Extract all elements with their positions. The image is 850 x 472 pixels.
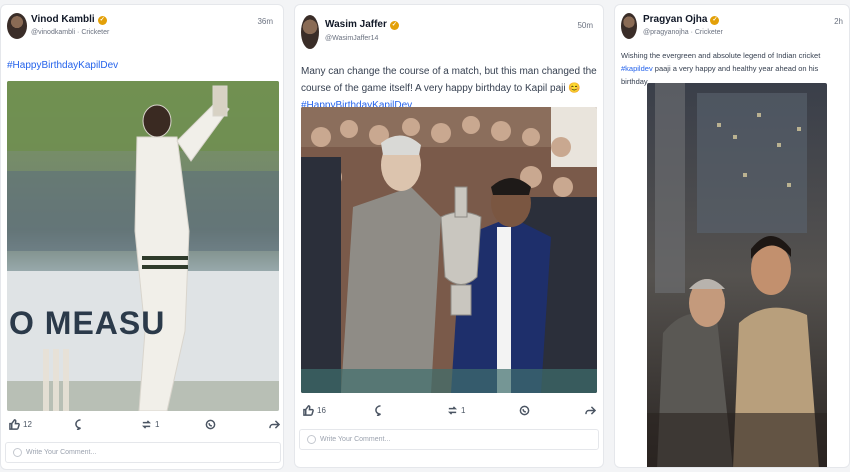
- retweet-count: 1: [155, 420, 160, 429]
- post-image-graphic: [7, 81, 279, 411]
- retweet-button[interactable]: 1: [447, 405, 465, 416]
- post-time: 2h: [834, 17, 843, 26]
- share-icon: [269, 420, 280, 429]
- post-image[interactable]: [301, 107, 597, 393]
- post-actions: 16 1: [301, 405, 597, 421]
- author-role: Cricketer: [81, 29, 110, 36]
- post-card-pragyan-ojha: Pragyan Ojha ✓ @pragyanojha · Cricketer 2…: [614, 4, 850, 468]
- verified-icon: ✓: [710, 16, 720, 25]
- like-button[interactable]: 16: [303, 405, 326, 416]
- share-button[interactable]: [269, 419, 280, 430]
- smile-emoji: 😊: [568, 83, 581, 94]
- comment-button[interactable]: [75, 419, 86, 430]
- user-avatar-icon: [307, 435, 316, 444]
- comment-placeholder: Write Your Comment...: [26, 449, 97, 456]
- author-subtitle: @pragyanojha · Cricketer: [643, 29, 723, 36]
- like-icon: [303, 405, 314, 416]
- comment-button[interactable]: [375, 405, 386, 416]
- avatar[interactable]: [7, 13, 27, 39]
- retweet-icon: [141, 420, 152, 429]
- post-image[interactable]: [647, 83, 827, 467]
- whatsapp-button[interactable]: [205, 419, 216, 430]
- like-count: 12: [23, 420, 32, 429]
- verified-icon: ✓: [97, 16, 107, 25]
- post-header: Wasim Jaffer ✓ @WasimJaffer14 50m: [301, 11, 597, 49]
- post-actions: 12 1: [7, 419, 280, 435]
- author-handle: @pragyanojha: [643, 29, 689, 36]
- post-text: #HappyBirthdayKapilDev: [7, 57, 118, 74]
- author-handle: @WasimJaffer14: [325, 35, 379, 42]
- retweet-icon: [447, 406, 458, 415]
- post-body: Many can change the course of a match, b…: [301, 66, 597, 94]
- image-banner-text: O MEASU: [9, 305, 166, 341]
- share-button[interactable]: [585, 405, 596, 416]
- post-header: Vinod Kambli ✓ @vinodkambli · Cricketer 3…: [7, 11, 277, 47]
- comment-input[interactable]: Write Your Comment...: [5, 442, 281, 463]
- author-name[interactable]: Vinod Kambli ✓: [31, 14, 107, 25]
- author-name[interactable]: Wasim Jaffer ✓: [325, 19, 399, 30]
- retweet-button[interactable]: 1: [141, 419, 159, 430]
- like-count: 16: [317, 406, 326, 415]
- comment-icon: [375, 405, 381, 416]
- author-name-text[interactable]: Vinod Kambli: [31, 14, 95, 25]
- share-icon: [585, 406, 596, 415]
- like-icon: [9, 419, 20, 430]
- post-image[interactable]: O MEASU: [7, 81, 279, 411]
- comment-icon: [75, 419, 81, 430]
- author-handle: @vinodkambli: [31, 29, 76, 36]
- whatsapp-icon: [205, 419, 216, 430]
- author-name[interactable]: Pragyan Ojha ✓: [643, 14, 720, 25]
- post-time: 50m: [577, 21, 593, 30]
- author-name-text[interactable]: Pragyan Ojha: [643, 14, 707, 25]
- comment-placeholder: Write Your Comment...: [320, 436, 391, 443]
- avatar[interactable]: [621, 13, 637, 39]
- author-name-text[interactable]: Wasim Jaffer: [325, 19, 387, 30]
- post-image-graphic: [647, 83, 827, 467]
- retweet-count: 1: [461, 406, 466, 415]
- post-time: 36m: [257, 17, 273, 26]
- post-card-wasim-jaffer: Wasim Jaffer ✓ @WasimJaffer14 50m Many ca…: [294, 4, 604, 468]
- user-avatar-icon: [13, 448, 22, 457]
- whatsapp-icon: [519, 405, 530, 416]
- post-body-start: Wishing the evergreen and absolute legen…: [621, 51, 821, 60]
- author-role: Cricketer: [694, 29, 723, 36]
- verified-icon: ✓: [389, 21, 399, 30]
- hashtag-link[interactable]: #kapildev: [621, 64, 653, 73]
- whatsapp-button[interactable]: [519, 405, 530, 416]
- hashtag-link[interactable]: #HappyBirthdayKapilDev: [7, 60, 118, 71]
- like-button[interactable]: 12: [9, 419, 32, 430]
- post-header: Pragyan Ojha ✓ @pragyanojha · Cricketer 2…: [621, 11, 843, 47]
- post-card-vinod-kambli: Vinod Kambli ✓ @vinodkambli · Cricketer 3…: [0, 4, 284, 470]
- author-subtitle: @vinodkambli · Cricketer: [31, 29, 110, 36]
- post-image-graphic: [301, 107, 597, 393]
- avatar[interactable]: [301, 15, 319, 49]
- comment-input[interactable]: Write Your Comment...: [299, 429, 599, 450]
